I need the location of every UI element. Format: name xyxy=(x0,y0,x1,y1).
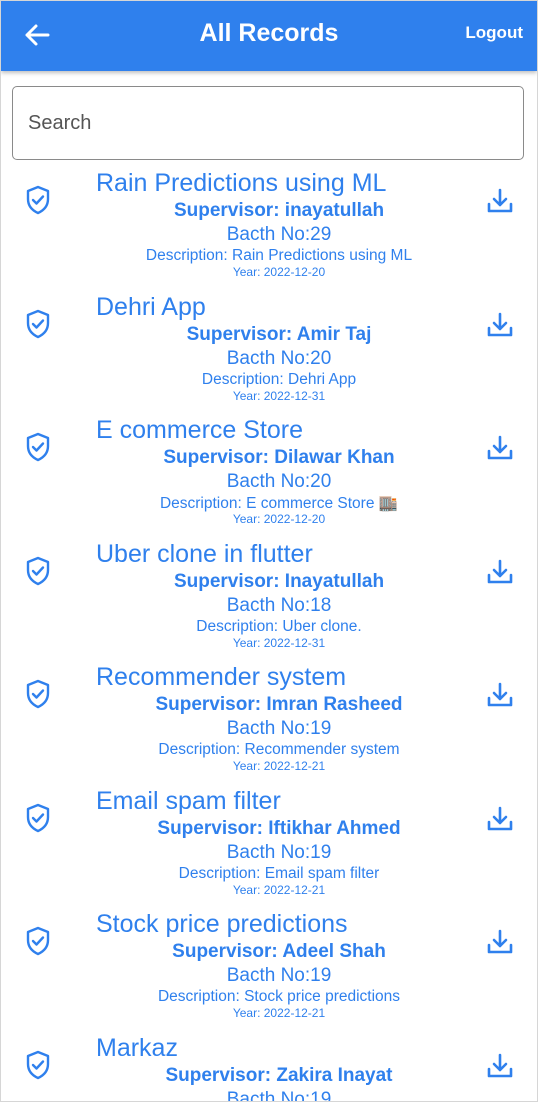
record-title: Rain Predictions using ML xyxy=(96,169,387,197)
record-year: Year: 2022-12-21 xyxy=(232,882,326,897)
record-item[interactable]: Markaz Supervisor: Zakira Inayat Bacth N… xyxy=(1,1033,537,1102)
verified-shield-icon xyxy=(26,803,50,832)
record-year: Year: 2022-12-31 xyxy=(232,635,326,650)
record-description: Description: Stock price predictions xyxy=(157,988,401,1005)
record-batch: Bacth No:29 xyxy=(226,224,332,245)
record-description: Description: E commerce Store 🏬 xyxy=(159,495,399,512)
record-batch: Bacth No:20 xyxy=(226,471,332,492)
record-item[interactable]: Uber clone in flutter Supervisor: Inayat… xyxy=(1,540,537,664)
verified-shield-icon xyxy=(26,432,50,462)
app-bar: All Records Logout xyxy=(1,1,537,71)
record-year: Year: 2022-12-21 xyxy=(232,1006,326,1020)
page-title: All Records xyxy=(199,19,339,47)
record-description: Description: Dehri App xyxy=(201,370,357,388)
record-supervisor: Supervisor: Adeel Shah xyxy=(172,941,386,962)
record-supervisor: Supervisor: Inayatullah xyxy=(173,570,385,592)
record-title: Markaz xyxy=(96,1033,178,1062)
record-supervisor: Supervisor: Amir Taj xyxy=(186,323,372,345)
record-supervisor: Supervisor: Dilawar Khan xyxy=(163,447,395,468)
verified-shield-icon xyxy=(26,185,50,215)
record-description: Description: Uber clone. xyxy=(196,617,362,635)
record-description: Description: Email spam filter xyxy=(178,864,380,882)
download-icon[interactable] xyxy=(486,434,514,462)
download-icon[interactable] xyxy=(486,311,514,339)
verified-shield-icon xyxy=(26,309,50,338)
record-title: Dehri App xyxy=(96,292,206,321)
record-item[interactable]: Dehri App Supervisor: Amir Taj Bacth No:… xyxy=(1,293,537,417)
record-supervisor: Supervisor: Zakira Inayat xyxy=(165,1064,393,1086)
records-list[interactable]: Rain Predictions using ML Supervisor: in… xyxy=(1,169,537,1102)
record-description: Description: Rain Predictions using ML xyxy=(145,247,413,264)
record-batch: Bacth No:20 xyxy=(226,347,332,369)
record-item[interactable]: Stock price predictions Supervisor: Adee… xyxy=(1,910,537,1034)
record-supervisor: Supervisor: Imran Rasheed xyxy=(155,694,403,715)
download-icon[interactable] xyxy=(486,1052,514,1080)
logout-button[interactable]: Logout xyxy=(465,23,523,43)
record-year: Year: 2022-12-31 xyxy=(232,388,326,403)
verified-shield-icon xyxy=(26,556,50,585)
record-batch: Bacth No:19 xyxy=(226,965,332,986)
record-batch: Bacth No:18 xyxy=(226,594,332,616)
screen: All Records Logout Rain Predictions usin… xyxy=(0,0,538,1102)
search-field xyxy=(12,86,524,160)
download-icon[interactable] xyxy=(486,681,514,709)
record-description: Description: Recommender system xyxy=(158,741,400,758)
record-title: Uber clone in flutter xyxy=(96,539,313,568)
record-year: Year: 2022-12-21 xyxy=(232,759,326,773)
record-item[interactable]: Email spam filter Supervisor: Iftikhar A… xyxy=(1,787,537,911)
search-input[interactable] xyxy=(13,87,523,159)
back-button[interactable] xyxy=(15,15,59,55)
download-icon[interactable] xyxy=(486,928,514,956)
record-batch: Bacth No:19 xyxy=(226,1088,332,1102)
download-icon[interactable] xyxy=(486,805,514,833)
download-icon[interactable] xyxy=(486,558,514,586)
record-year: Year: 2022-12-20 xyxy=(232,512,326,526)
record-supervisor: Supervisor: Iftikhar Ahmed xyxy=(157,817,401,839)
record-title: Email spam filter xyxy=(96,786,281,815)
record-item[interactable]: E commerce Store Supervisor: Dilawar Kha… xyxy=(1,416,537,540)
record-title: Recommender system xyxy=(96,663,347,691)
download-icon[interactable] xyxy=(486,187,514,215)
record-title: Stock price predictions xyxy=(96,910,348,938)
verified-shield-icon xyxy=(26,1050,50,1079)
record-item[interactable]: Rain Predictions using ML Supervisor: in… xyxy=(1,169,537,293)
record-title: E commerce Store xyxy=(96,416,304,444)
record-batch: Bacth No:19 xyxy=(226,841,332,863)
arrow-left-icon xyxy=(25,24,50,46)
record-supervisor: Supervisor: inayatullah xyxy=(173,200,385,221)
verified-shield-icon xyxy=(26,679,50,709)
record-year: Year: 2022-12-20 xyxy=(232,265,326,279)
record-batch: Bacth No:19 xyxy=(226,718,332,739)
record-item[interactable]: Recommender system Supervisor: Imran Ras… xyxy=(1,663,537,787)
verified-shield-icon xyxy=(26,926,50,956)
